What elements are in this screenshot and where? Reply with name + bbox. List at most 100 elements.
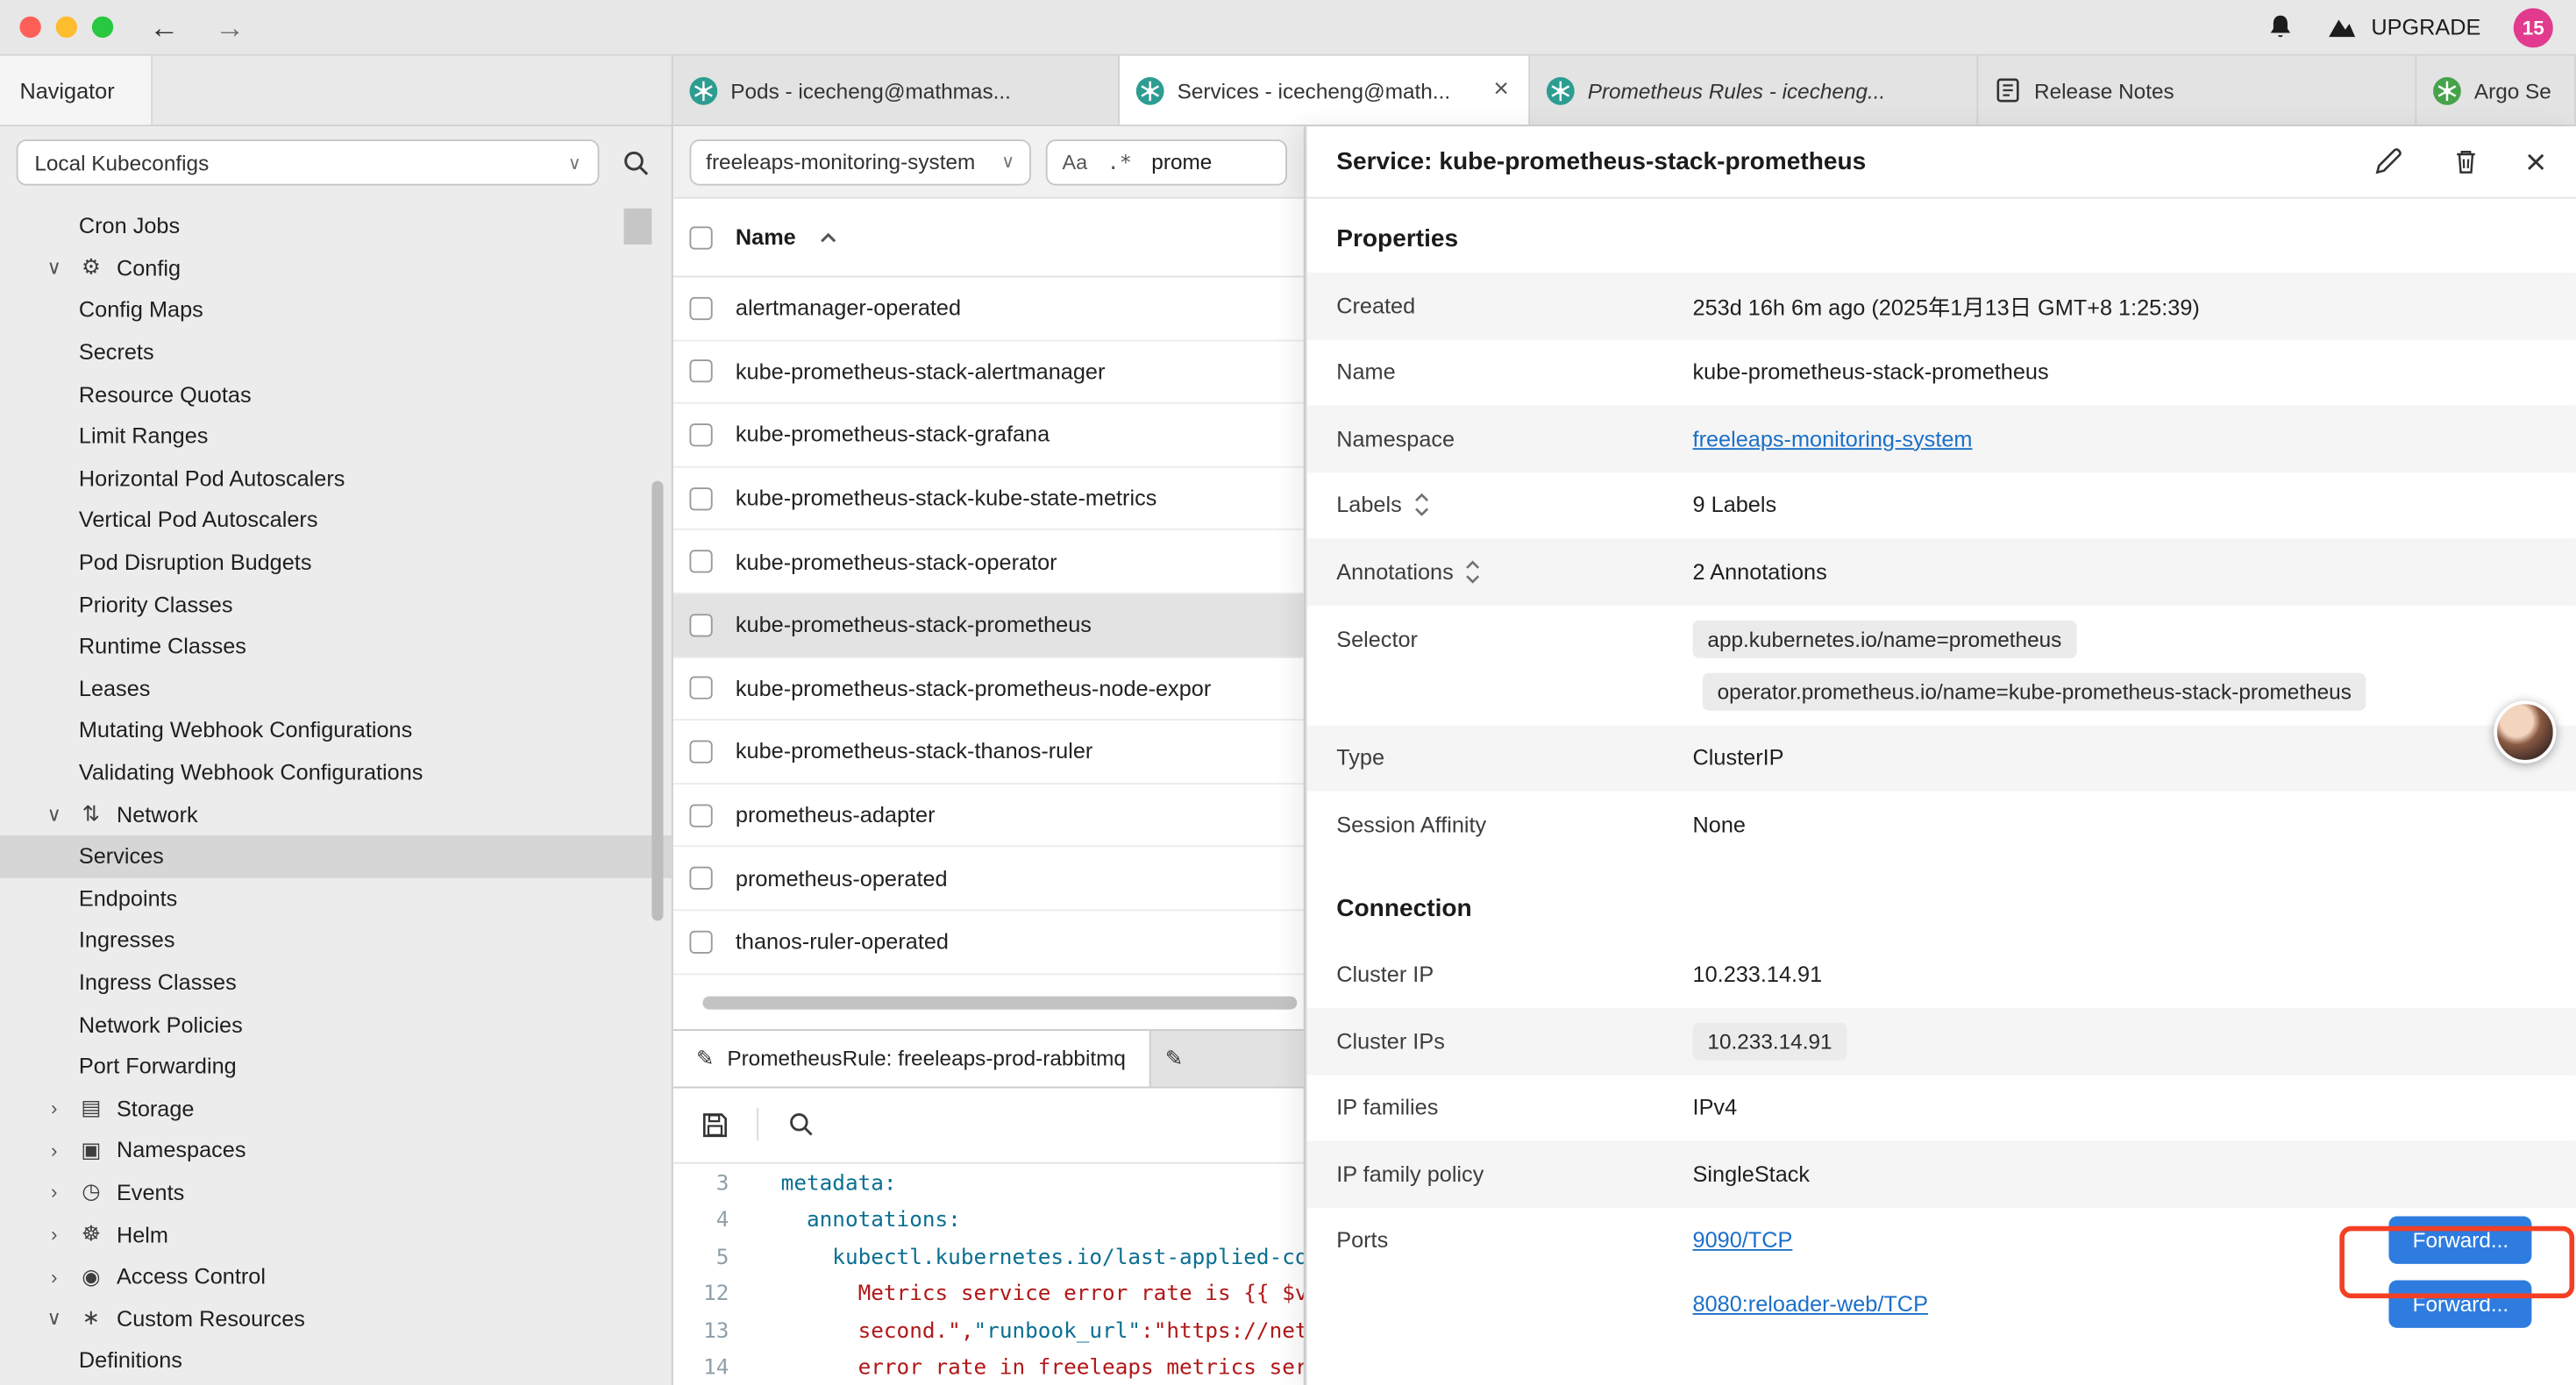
yaml-editor[interactable]: 3 metadata: 4 annotations: 5 kubectl.kub… (673, 1163, 1304, 1385)
property-label: IP families (1336, 1095, 1692, 1119)
sidebar-group-storage[interactable]: › ▤ Storage (0, 1087, 672, 1129)
expand-collapse-icon[interactable] (1413, 493, 1430, 517)
editor-tab-prometheusrule[interactable]: ✎ PrometheusRule: freeleaps-prod-rabbitm… (673, 1030, 1150, 1086)
sort-ascending-icon[interactable] (819, 231, 837, 244)
port-link-8080[interactable]: 8080:reloader-web/TCP (1693, 1291, 1928, 1316)
sidebar-item-definitions[interactable]: Definitions (0, 1339, 672, 1381)
sidebar-item-limit-ranges[interactable]: Limit Ranges (0, 416, 672, 458)
row-checkbox[interactable] (689, 677, 712, 700)
sidebar-item-cron-jobs[interactable]: Cron Jobs (0, 205, 672, 247)
row-checkbox[interactable] (689, 423, 712, 446)
bell-icon[interactable] (2267, 13, 2294, 41)
sidebar-item-resource-quotas[interactable]: Resource Quotas (0, 373, 672, 416)
labels-count[interactable]: 9 Labels (1693, 493, 1777, 517)
close-window-button[interactable] (19, 17, 40, 38)
editor-tab-partial[interactable]: ✎ (1150, 1030, 1304, 1086)
match-case-toggle[interactable]: Aa (1063, 150, 1088, 173)
table-row[interactable]: alertmanager-operated (673, 277, 1304, 340)
table-row[interactable]: thanos-ruler-operated (673, 911, 1304, 974)
sidebar-scrollbar-thumb[interactable] (651, 481, 663, 921)
name-column-header[interactable]: Name (736, 225, 796, 250)
maximize-window-button[interactable] (92, 17, 113, 38)
sidebar-group-network[interactable]: ∨ ⇅ Network (0, 793, 672, 835)
chevron-down-icon: ∨ (43, 257, 66, 280)
sidebar-group-events[interactable]: › ◷ Events (0, 1171, 672, 1213)
minimize-window-button[interactable] (56, 17, 77, 38)
table-row-selected[interactable]: kube-prometheus-stack-prometheus (673, 594, 1304, 657)
table-row[interactable]: kube-prometheus-stack-operator (673, 531, 1304, 594)
forward-button[interactable]: → (215, 12, 245, 42)
sidebar-group-namespaces[interactable]: › ▣ Namespaces (0, 1129, 672, 1171)
sidebar-item-leases[interactable]: Leases (0, 667, 672, 709)
table-row[interactable]: kube-prometheus-stack-prometheus-node-ex… (673, 657, 1304, 721)
row-checkbox[interactable] (689, 614, 712, 636)
tab-services[interactable]: Services - icecheng@math... × (1120, 56, 1530, 125)
sidebar-search-button[interactable] (616, 143, 655, 182)
tab-argo[interactable]: Argo Se (2416, 56, 2576, 125)
back-button[interactable]: ← (149, 12, 179, 42)
table-row[interactable]: kube-prometheus-stack-alertmanager (673, 341, 1304, 404)
port-link-9090[interactable]: 9090/TCP (1693, 1227, 1793, 1252)
row-checkbox[interactable] (689, 740, 712, 763)
tab-prometheus-rules[interactable]: Prometheus Rules - icecheng... (1530, 56, 1978, 125)
sidebar-item-ingresses[interactable]: Ingresses (0, 920, 672, 962)
horizontal-scrollbar-thumb[interactable] (702, 996, 1297, 1009)
assistant-avatar[interactable] (2494, 701, 2556, 764)
drawer-title: Service: kube-prometheus-stack-prometheu… (1336, 148, 1866, 176)
sidebar-item-vertical-pod-autoscalers[interactable]: Vertical Pod Autoscalers (0, 500, 672, 542)
row-checkbox[interactable] (689, 297, 712, 320)
select-all-checkbox[interactable] (689, 225, 712, 248)
namespace-link[interactable]: freeleaps-monitoring-system (1693, 426, 1973, 451)
regex-toggle[interactable]: .* (1107, 149, 1132, 174)
table-row[interactable]: prometheus-operated (673, 848, 1304, 911)
row-checkbox[interactable] (689, 867, 712, 890)
navigator-tab[interactable]: Navigator (0, 56, 153, 125)
sidebar-group-access-control[interactable]: › ◉ Access Control (0, 1255, 672, 1297)
expand-collapse-icon[interactable] (1465, 559, 1482, 584)
row-checkbox[interactable] (689, 930, 712, 953)
row-checkbox[interactable] (689, 804, 712, 827)
tab-release-notes[interactable]: Release Notes (1978, 56, 2416, 125)
sidebar-item-port-forwarding[interactable]: Port Forwarding (0, 1046, 672, 1088)
row-checkbox[interactable] (689, 360, 712, 383)
namespace-filter-select[interactable]: freeleaps-monitoring-system ∨ (689, 138, 1030, 184)
sidebar-item-priority-classes[interactable]: Priority Classes (0, 583, 672, 625)
table-row[interactable]: kube-prometheus-stack-kube-state-metrics (673, 467, 1304, 530)
sidebar-item-services[interactable]: Services (0, 835, 672, 877)
sidebar-item-network-policies[interactable]: Network Policies (0, 1004, 672, 1046)
edit-icon[interactable] (2367, 142, 2407, 181)
kubeconfig-selector[interactable]: Local Kubeconfigs ∨ (17, 139, 600, 185)
upgrade-button[interactable]: UPGRADE (2327, 15, 2481, 39)
sidebar-item-mutating-webhook-configurations[interactable]: Mutating Webhook Configurations (0, 709, 672, 751)
tab-pods[interactable]: Pods - icecheng@mathmas... (673, 56, 1120, 125)
sidebar-group-helm[interactable]: › ☸ Helm (0, 1213, 672, 1255)
sidebar-item-config-maps[interactable]: Config Maps (0, 289, 672, 331)
row-checkbox[interactable] (689, 487, 712, 509)
search-query-text: prome (1151, 149, 1212, 174)
delete-icon[interactable] (2446, 142, 2486, 181)
sidebar-group-custom-resources[interactable]: ∨ ∗ Custom Resources (0, 1297, 672, 1339)
sidebar-item-endpoints[interactable]: Endpoints (0, 877, 672, 920)
editor-search-icon[interactable] (781, 1104, 821, 1144)
notification-badge[interactable]: 15 (2514, 7, 2553, 46)
sidebar-item-ingress-classes[interactable]: Ingress Classes (0, 962, 672, 1004)
close-icon[interactable]: × (2525, 144, 2546, 180)
table-row[interactable]: kube-prometheus-stack-grafana (673, 404, 1304, 467)
forward-button-8080[interactable]: Forward... (2389, 1280, 2531, 1327)
save-icon[interactable] (694, 1104, 734, 1144)
table-row[interactable]: kube-prometheus-stack-thanos-ruler (673, 721, 1304, 784)
sidebar-item-horizontal-pod-autoscalers[interactable]: Horizontal Pod Autoscalers (0, 458, 672, 500)
row-checkbox[interactable] (689, 550, 712, 573)
sidebar-item-validating-webhook-configurations[interactable]: Validating Webhook Configurations (0, 751, 672, 793)
sidebar-group-config[interactable]: ∨ ⚙ Config (0, 247, 672, 289)
sidebar-item-pod-disruption-budgets[interactable]: Pod Disruption Budgets (0, 541, 672, 583)
sidebar-item-secrets[interactable]: Secrets (0, 331, 672, 373)
sidebar-scrollbar-button[interactable] (624, 209, 652, 245)
list-search-input[interactable]: Aa .* prome (1046, 138, 1287, 184)
annotations-count[interactable]: 2 Annotations (1693, 559, 1827, 584)
sidebar-item-runtime-classes[interactable]: Runtime Classes (0, 625, 672, 667)
table-row[interactable]: prometheus-adapter (673, 785, 1304, 848)
close-tab-icon[interactable]: × (1491, 75, 1512, 105)
property-row-cluster-ips: Cluster IPs 10.233.14.91 (1307, 1008, 2576, 1075)
forward-button-9090[interactable]: Forward... (2389, 1216, 2531, 1263)
